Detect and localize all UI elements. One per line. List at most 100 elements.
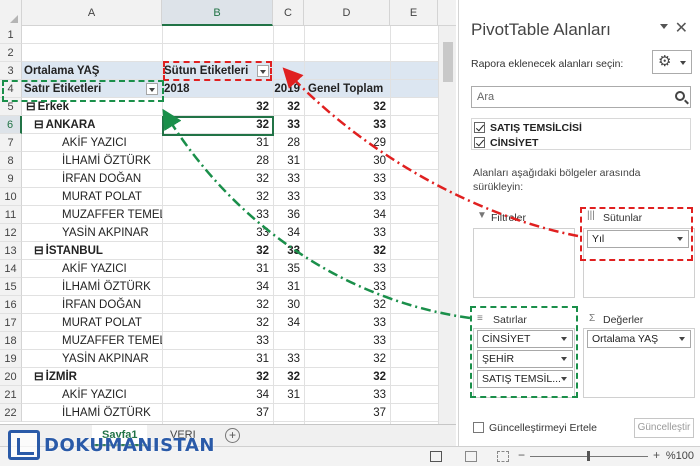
cell-c17[interactable]: 34 [273, 314, 304, 332]
normal-view-icon[interactable] [430, 451, 442, 462]
cell-c2[interactable] [273, 44, 304, 62]
cell-d3[interactable] [304, 62, 390, 80]
cell-d17[interactable]: 33 [304, 314, 390, 332]
cell-b11[interactable]: 33 [162, 206, 273, 224]
cell-a10[interactable]: MURAT POLAT [62, 188, 162, 206]
zoom-slider-knob[interactable] [587, 451, 590, 461]
scroll-thumb[interactable] [443, 42, 453, 82]
cell-b1[interactable] [162, 26, 273, 44]
cell-d13[interactable]: 32 [304, 242, 390, 260]
cell-c3[interactable] [273, 62, 304, 80]
cell-d14[interactable]: 33 [304, 260, 390, 278]
cell-b16[interactable]: 32 [162, 296, 273, 314]
page-layout-icon[interactable] [465, 451, 477, 462]
cell-b18[interactable]: 33 [162, 332, 273, 350]
cell-d9[interactable]: 33 [304, 170, 390, 188]
cell-a16[interactable]: İRFAN DOĞAN [62, 296, 162, 314]
row-header[interactable]: 7 [0, 134, 22, 152]
cell-d1[interactable] [304, 26, 390, 44]
cell-d11[interactable]: 34 [304, 206, 390, 224]
cell-d15[interactable]: 33 [304, 278, 390, 296]
row-header[interactable]: 12 [0, 224, 22, 242]
cell-c12[interactable]: 34 [273, 224, 304, 242]
row-header[interactable]: 21 [0, 386, 22, 404]
cell-a14[interactable]: AKİF YAZICI [62, 260, 162, 278]
cell-c6[interactable]: 33 [273, 116, 304, 134]
zoom-in-icon[interactable]: + [653, 448, 660, 462]
cell-b4[interactable]: 2018 [162, 80, 273, 98]
row-header[interactable]: 18 [0, 332, 22, 350]
cell-d4[interactable]: Genel Toplam [304, 80, 390, 98]
row-header[interactable]: 22 [0, 404, 22, 422]
cell-a21[interactable]: AKİF YAZICI [62, 386, 162, 404]
cell-d5[interactable]: 32 [304, 98, 390, 116]
column-header-b[interactable]: B [162, 0, 273, 26]
cell-a22[interactable]: İLHAMİ ÖZTÜRK [62, 404, 162, 422]
row-header[interactable]: 19 [0, 350, 22, 368]
cell-b22[interactable]: 37 [162, 404, 273, 422]
cell-d20[interactable]: 32 [304, 368, 390, 386]
cell-d2[interactable] [304, 44, 390, 62]
cell-a3[interactable]: Ortalama YAŞ [24, 62, 162, 80]
column-header-e[interactable]: E [390, 0, 438, 26]
cell-b5[interactable]: 32 [162, 98, 273, 116]
cell-b2[interactable] [162, 44, 273, 62]
cell-c11[interactable]: 36 [273, 206, 304, 224]
field-search-input[interactable]: Ara [471, 86, 691, 108]
filters-drop-area[interactable] [473, 228, 575, 298]
cell-b8[interactable]: 28 [162, 152, 273, 170]
select-all-corner[interactable] [0, 0, 22, 26]
cell-d6[interactable]: 33 [304, 116, 390, 134]
row-header[interactable]: 15 [0, 278, 22, 296]
cell-a15[interactable]: İLHAMİ ÖZTÜRK [62, 278, 162, 296]
cell-c22[interactable] [273, 404, 304, 422]
tools-button[interactable]: ⚙ [652, 50, 692, 74]
cell-b7[interactable]: 31 [162, 134, 273, 152]
cell-a11[interactable]: MUZAFFER TEMEL [62, 206, 162, 224]
cell-d16[interactable]: 32 [304, 296, 390, 314]
row-header[interactable]: 10 [0, 188, 22, 206]
row-header[interactable]: 6 [0, 116, 22, 134]
close-icon[interactable]: ✕ [675, 18, 688, 38]
cell-a2[interactable] [62, 44, 162, 62]
row-header[interactable]: 2 [0, 44, 22, 62]
row-header[interactable]: 1 [0, 26, 22, 44]
cell-a8[interactable]: İLHAMİ ÖZTÜRK [62, 152, 162, 170]
row-header[interactable]: 14 [0, 260, 22, 278]
vertical-scrollbar[interactable] [438, 26, 456, 424]
cell-b13[interactable]: 32 [162, 242, 273, 260]
checkbox-checked[interactable] [474, 122, 485, 133]
collapse-icon[interactable]: ⊟ [34, 245, 44, 257]
row-header[interactable]: 8 [0, 152, 22, 170]
defer-update-option[interactable]: Güncelleştirmeyi Ertele [473, 422, 597, 434]
update-button[interactable]: Güncelleştir [634, 418, 694, 438]
cell-b17[interactable]: 32 [162, 314, 273, 332]
cell-a20[interactable]: ⊟ İZMİR [34, 368, 162, 386]
search-icon[interactable] [675, 91, 685, 101]
cell-b20[interactable]: 32 [162, 368, 273, 386]
cell-d10[interactable]: 33 [304, 188, 390, 206]
row-header[interactable]: 20 [0, 368, 22, 386]
cell-a18[interactable]: MUZAFFER TEMEL [62, 332, 162, 350]
cell-c4[interactable]: 2019 [273, 80, 304, 98]
cell-c20[interactable]: 32 [273, 368, 304, 386]
cell-c10[interactable]: 33 [273, 188, 304, 206]
row-header[interactable]: 13 [0, 242, 22, 260]
cell-b21[interactable]: 34 [162, 386, 273, 404]
zoom-out-icon[interactable]: − [518, 448, 525, 462]
cell-c19[interactable]: 33 [273, 350, 304, 368]
row-header[interactable]: 16 [0, 296, 22, 314]
cell-c5[interactable]: 32 [273, 98, 304, 116]
cell-c13[interactable]: 33 [273, 242, 304, 260]
chevron-down-icon[interactable] [679, 337, 685, 341]
checkbox-unchecked[interactable] [473, 422, 484, 433]
row-header[interactable]: 3 [0, 62, 22, 80]
cell-b12[interactable]: 33 [162, 224, 273, 242]
cell-c14[interactable]: 35 [273, 260, 304, 278]
cell-c1[interactable] [273, 26, 304, 44]
cell-d8[interactable]: 30 [304, 152, 390, 170]
collapse-icon[interactable]: ⊟ [34, 119, 44, 131]
checkbox-checked[interactable] [474, 137, 485, 148]
cell-a9[interactable]: İRFAN DOĞAN [62, 170, 162, 188]
values-chip-ortalama-yas[interactable]: Ortalama YAŞ [587, 330, 691, 348]
